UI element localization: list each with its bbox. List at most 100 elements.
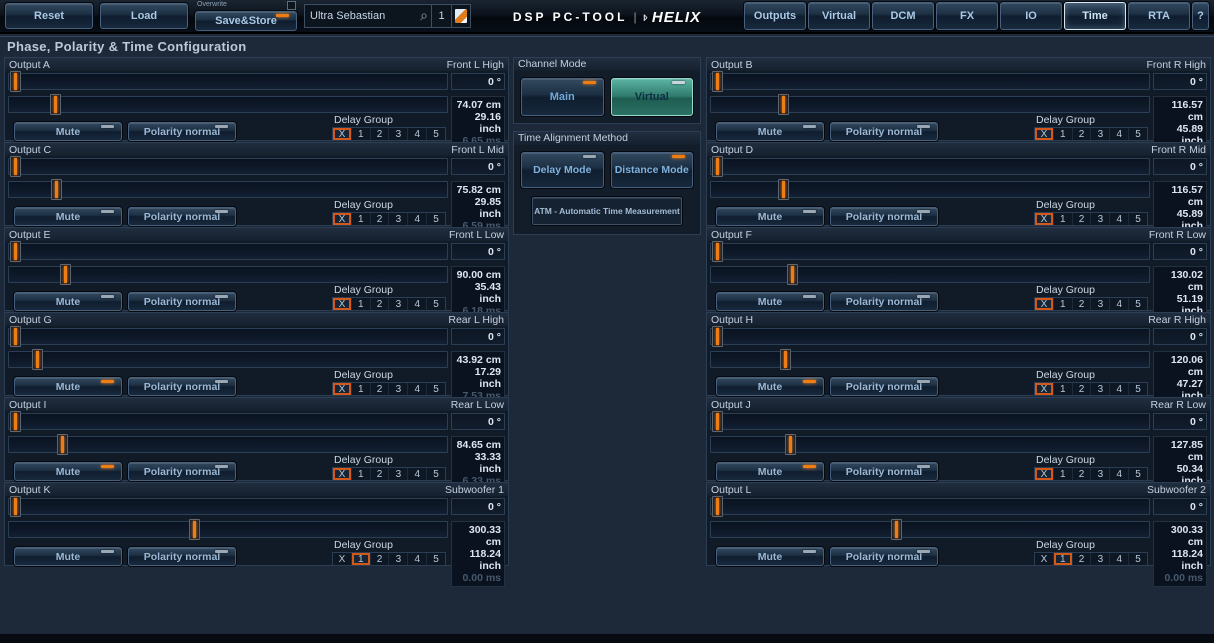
atm-button[interactable]: ATM - Automatic Time Measurement <box>532 197 682 225</box>
delay-slider-handle[interactable] <box>50 94 61 115</box>
delay-group-option-5[interactable]: 5 <box>427 213 445 225</box>
delay-group-option-1[interactable]: 1 <box>1054 213 1073 225</box>
polarity-button[interactable]: Polarity normal <box>830 462 938 481</box>
delay-group-option-3[interactable]: 3 <box>389 128 408 140</box>
delay-group-option-x[interactable]: X <box>333 553 352 565</box>
nav-button-time[interactable]: Time <box>1064 2 1126 30</box>
delay-group-option-4[interactable]: 4 <box>1110 468 1129 480</box>
phase-slider[interactable] <box>710 328 1150 345</box>
delay-group-option-4[interactable]: 4 <box>1110 383 1129 395</box>
delay-group-option-1[interactable]: 1 <box>352 553 371 565</box>
phase-slider[interactable] <box>710 158 1150 175</box>
delay-group-option-3[interactable]: 3 <box>389 468 408 480</box>
delay-slider[interactable] <box>710 266 1150 283</box>
delay-slider-handle[interactable] <box>780 349 791 370</box>
nav-button-help[interactable]: ? <box>1192 2 1209 30</box>
delay-group-option-2[interactable]: 2 <box>371 553 390 565</box>
delay-group-option-5[interactable]: 5 <box>427 383 445 395</box>
delay-group-option-4[interactable]: 4 <box>408 468 427 480</box>
delay-group-option-3[interactable]: 3 <box>389 298 408 310</box>
delay-group-option-5[interactable]: 5 <box>427 298 445 310</box>
delay-slider-handle[interactable] <box>785 434 796 455</box>
delay-slider[interactable] <box>8 521 448 538</box>
delay-group-option-2[interactable]: 2 <box>1073 553 1092 565</box>
delay-group-option-4[interactable]: 4 <box>408 298 427 310</box>
delay-group-option-2[interactable]: 2 <box>371 213 390 225</box>
distance-mode-button[interactable]: Distance Mode <box>611 152 694 188</box>
polarity-button[interactable]: Polarity normal <box>830 122 938 141</box>
mute-button[interactable]: Mute <box>716 462 824 481</box>
polarity-button[interactable]: Polarity normal <box>128 462 236 481</box>
phase-degrees-field[interactable]: 0 ° <box>451 498 505 515</box>
delay-group-option-5[interactable]: 5 <box>1129 553 1147 565</box>
delay-group-option-x[interactable]: X <box>1035 298 1054 310</box>
delay-slider-handle[interactable] <box>787 264 798 285</box>
mute-button[interactable]: Mute <box>716 292 824 311</box>
delay-group-option-4[interactable]: 4 <box>1110 298 1129 310</box>
delay-group-option-3[interactable]: 3 <box>1091 468 1110 480</box>
delay-group-option-5[interactable]: 5 <box>1129 468 1147 480</box>
delay-slider[interactable] <box>710 181 1150 198</box>
delay-group-option-x[interactable]: X <box>333 298 352 310</box>
delay-group-option-5[interactable]: 5 <box>1129 383 1147 395</box>
delay-slider[interactable] <box>710 521 1150 538</box>
delay-group-option-1[interactable]: 1 <box>1054 128 1073 140</box>
phase-slider[interactable] <box>710 413 1150 430</box>
distance-value-box[interactable]: 300.33 cm 118.24 inch 0.00 ms <box>1153 521 1207 587</box>
delay-group-option-x[interactable]: X <box>1035 213 1054 225</box>
delay-group-option-2[interactable]: 2 <box>1073 128 1092 140</box>
phase-slider-handle[interactable] <box>712 496 723 517</box>
delay-group-option-1[interactable]: 1 <box>1054 298 1073 310</box>
delay-group-option-3[interactable]: 3 <box>1091 128 1110 140</box>
mute-button[interactable]: Mute <box>14 292 122 311</box>
delay-slider[interactable] <box>710 351 1150 368</box>
delay-group-option-5[interactable]: 5 <box>427 128 445 140</box>
delay-group-option-x[interactable]: X <box>1035 128 1054 140</box>
delay-group-option-2[interactable]: 2 <box>1073 213 1092 225</box>
phase-slider-handle[interactable] <box>712 326 723 347</box>
search-icon[interactable]: ⌕ <box>420 7 428 24</box>
phase-slider[interactable] <box>8 328 448 345</box>
load-button[interactable]: Load <box>100 3 188 29</box>
virtual-mode-button[interactable]: Virtual <box>611 78 694 116</box>
phase-slider[interactable] <box>8 73 448 90</box>
phase-slider[interactable] <box>8 243 448 260</box>
delay-group-option-3[interactable]: 3 <box>1091 383 1110 395</box>
nav-button-rta[interactable]: RTA <box>1128 2 1190 30</box>
mute-button[interactable]: Mute <box>14 547 122 566</box>
phase-slider[interactable] <box>8 158 448 175</box>
delay-group-option-2[interactable]: 2 <box>371 128 390 140</box>
delay-group-option-x[interactable]: X <box>333 128 352 140</box>
phase-slider-handle[interactable] <box>10 71 21 92</box>
delay-group-option-4[interactable]: 4 <box>408 128 427 140</box>
phase-degrees-field[interactable]: 0 ° <box>1153 413 1207 430</box>
delay-group-option-1[interactable]: 1 <box>352 213 371 225</box>
phase-slider-handle[interactable] <box>712 156 723 177</box>
delay-group-option-x[interactable]: X <box>333 383 352 395</box>
phase-degrees-field[interactable]: 0 ° <box>1153 243 1207 260</box>
mute-button[interactable]: Mute <box>716 377 824 396</box>
polarity-button[interactable]: Polarity normal <box>128 292 236 311</box>
delay-mode-button[interactable]: Delay Mode <box>521 152 604 188</box>
device-name-input[interactable] <box>304 4 432 28</box>
delay-slider-handle[interactable] <box>51 179 62 200</box>
delay-group-option-2[interactable]: 2 <box>1073 298 1092 310</box>
delay-slider[interactable] <box>710 96 1150 113</box>
delay-slider-handle[interactable] <box>57 434 68 455</box>
mute-button[interactable]: Mute <box>716 547 824 566</box>
polarity-button[interactable]: Polarity normal <box>830 377 938 396</box>
delay-group-option-2[interactable]: 2 <box>371 383 390 395</box>
polarity-button[interactable]: Polarity normal <box>128 122 236 141</box>
polarity-button[interactable]: Polarity normal <box>128 377 236 396</box>
phase-slider-handle[interactable] <box>712 71 723 92</box>
phase-degrees-field[interactable]: 0 ° <box>1153 498 1207 515</box>
delay-group-option-x[interactable]: X <box>333 468 352 480</box>
mute-button[interactable]: Mute <box>14 462 122 481</box>
reset-button[interactable]: Reset <box>5 3 93 29</box>
phase-slider[interactable] <box>710 73 1150 90</box>
delay-group-option-2[interactable]: 2 <box>1073 383 1092 395</box>
delay-group-option-3[interactable]: 3 <box>389 553 408 565</box>
delay-group-option-1[interactable]: 1 <box>1054 383 1073 395</box>
edit-preset-button[interactable] <box>452 4 471 28</box>
preset-number[interactable]: 1 <box>432 4 452 28</box>
